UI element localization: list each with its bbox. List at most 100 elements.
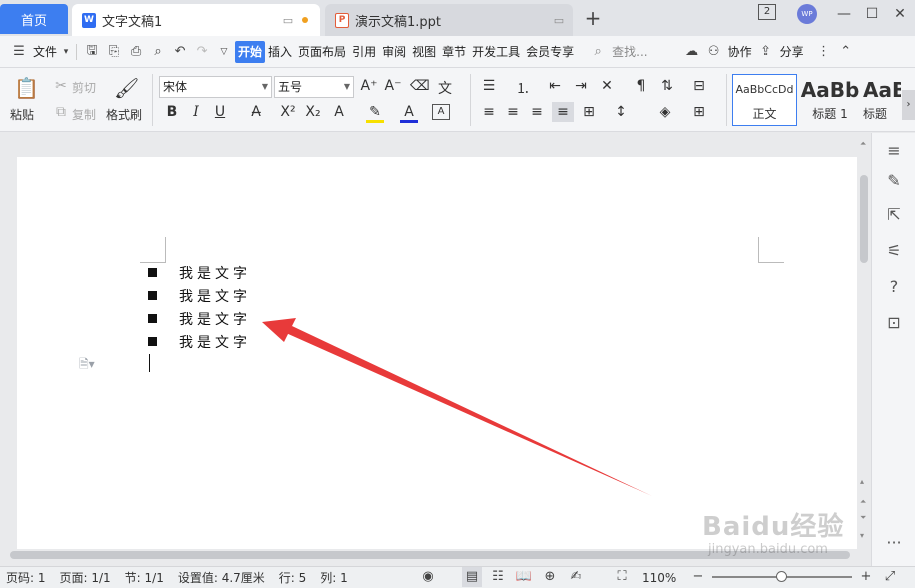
align-right-icon[interactable]: ≡ xyxy=(528,104,546,120)
style-normal[interactable]: AaBbCcDd 正文 xyxy=(732,74,797,126)
underline-icon[interactable]: U xyxy=(211,104,229,120)
shading-icon[interactable]: ◈ xyxy=(656,104,674,120)
redo-icon[interactable]: ↷ xyxy=(191,44,213,59)
font-color-icon[interactable]: A xyxy=(400,104,418,123)
status-section[interactable]: 节: 1/1 xyxy=(125,569,164,586)
align-center-icon[interactable]: ≡ xyxy=(504,104,522,120)
collapse-ribbon-icon[interactable]: ⌃ xyxy=(835,44,857,59)
chinese-layout-icon[interactable]: ✕ xyxy=(598,78,616,94)
maximize-icon[interactable]: ☐ xyxy=(862,4,882,24)
scroll-next-page-icon[interactable]: ⏷ xyxy=(860,513,866,523)
tab-stop-icon[interactable]: ⊟ xyxy=(690,78,708,94)
menu-insert[interactable]: 插入 xyxy=(265,41,295,63)
menu-icon[interactable]: ≡ xyxy=(882,139,906,163)
zoom-level[interactable]: 110% xyxy=(642,571,676,585)
menu-view[interactable]: 视图 xyxy=(409,41,439,63)
decrease-indent-icon[interactable]: ⇤ xyxy=(546,78,564,94)
numbered-list-icon[interactable]: ⒈ xyxy=(514,78,532,98)
list-item[interactable]: 我是文字 xyxy=(148,307,251,330)
style-heading-1[interactable]: AaBb 标题 1 xyxy=(799,74,861,126)
align-left-icon[interactable]: ≡ xyxy=(480,104,498,120)
monitor-icon[interactable]: ▭ xyxy=(551,14,567,27)
monitor-icon[interactable]: ▭ xyxy=(280,14,296,27)
italic-icon[interactable]: I xyxy=(187,104,205,120)
export-icon[interactable]: ⎘ xyxy=(103,44,125,59)
cut-icon[interactable]: ✂ xyxy=(52,78,70,94)
zoom-slider-handle[interactable] xyxy=(776,571,787,582)
menu-file[interactable]: 文件 xyxy=(30,41,60,63)
style-heading[interactable]: AaBl 标题 xyxy=(862,74,902,126)
clear-format-icon[interactable]: ⌫ xyxy=(410,78,430,94)
vertical-scrollbar[interactable]: ⏶ ▴ ⏶ ⏷ ▾ xyxy=(858,133,870,549)
eye-protection-icon[interactable]: ◉ xyxy=(418,567,438,587)
full-screen-icon[interactable]: ⤢ xyxy=(880,567,900,587)
outline-view-icon[interactable]: ☷ xyxy=(488,567,508,587)
help-icon[interactable]: ? xyxy=(882,275,906,299)
font-size-select[interactable]: 五号 ▼ xyxy=(274,76,354,98)
window-count-icon[interactable]: 2 xyxy=(758,4,776,20)
close-icon[interactable]: ✕ xyxy=(890,4,910,24)
paragraph-menu-icon[interactable]: 🗎▾ xyxy=(79,355,95,376)
scroll-prev-page-icon[interactable]: ⏶ xyxy=(860,497,866,507)
menu-page-layout[interactable]: 页面布局 xyxy=(295,41,349,63)
search-icon[interactable]: ⌕ xyxy=(587,44,609,59)
format-painter-icon[interactable]: 🖌 xyxy=(114,76,139,100)
justify-icon[interactable]: ≡ xyxy=(552,102,574,122)
pen-icon[interactable]: ✎ xyxy=(882,169,906,193)
fit-page-icon[interactable]: ⛶ xyxy=(612,567,632,587)
text-effect-icon[interactable]: A xyxy=(330,104,348,120)
reading-view-icon[interactable]: 📖 xyxy=(514,567,534,587)
scroll-up-icon[interactable]: ▴ xyxy=(860,477,864,486)
line-spacing-icon[interactable]: ↕ xyxy=(612,104,630,120)
increase-indent-icon[interactable]: ⇥ xyxy=(572,78,590,94)
search-input[interactable]: 查找... xyxy=(609,41,650,63)
chevron-right-icon[interactable]: › xyxy=(902,90,915,120)
cloud-icon[interactable]: ☁ xyxy=(681,44,703,59)
copy-button[interactable]: 复制 xyxy=(72,106,96,123)
subscript-icon[interactable]: X₂ xyxy=(304,104,322,120)
chevron-down-icon[interactable]: ▾ xyxy=(60,47,72,57)
paste-icon[interactable]: 📋 xyxy=(14,76,39,100)
share-icon[interactable]: ⇪ xyxy=(755,44,777,59)
bold-icon[interactable]: B xyxy=(163,104,181,120)
show-marks-icon[interactable]: ¶ xyxy=(632,78,650,94)
scroll-top-icon[interactable]: ⏶ xyxy=(860,139,866,149)
more-icon[interactable]: ··· xyxy=(882,531,906,555)
write-view-icon[interactable]: ✍ xyxy=(566,567,586,587)
borders-icon[interactable]: ⊞ xyxy=(690,104,708,120)
font-name-select[interactable]: 宋体 ▼ xyxy=(159,76,272,98)
undo-icon[interactable]: ↶ xyxy=(169,44,191,59)
share-button[interactable]: 分享 xyxy=(777,41,807,63)
menu-references[interactable]: 引用 xyxy=(349,41,379,63)
save-icon[interactable]: 🖫 xyxy=(81,41,103,63)
zoom-out-icon[interactable]: − xyxy=(688,567,708,587)
tab-presentation-1[interactable]: P 演示文稿1.ppt ▭ xyxy=(325,4,573,36)
menu-section[interactable]: 章节 xyxy=(439,41,469,63)
settings-sliders-icon[interactable]: ⚟ xyxy=(882,239,906,263)
list-item[interactable]: 我是文字 xyxy=(148,330,251,353)
list-item[interactable]: 我是文字 xyxy=(148,261,251,284)
char-border-icon[interactable]: A xyxy=(432,104,450,120)
status-setting[interactable]: 设置值: 4.7厘米 xyxy=(178,569,265,586)
menu-developer[interactable]: 开发工具 xyxy=(469,41,523,63)
web-view-icon[interactable]: ⊕ xyxy=(540,567,560,587)
more-icon[interactable]: ⋮ xyxy=(813,44,835,59)
print-icon[interactable]: ⎙ xyxy=(125,44,147,59)
shrink-font-icon[interactable]: A⁻ xyxy=(384,78,402,94)
list-item[interactable]: 我是文字 xyxy=(148,284,251,307)
grow-font-icon[interactable]: A⁺ xyxy=(360,78,378,94)
menu-start[interactable]: 开始 xyxy=(235,40,266,63)
avatar[interactable]: WP xyxy=(797,4,817,24)
status-page-number[interactable]: 页码: 1 xyxy=(6,569,46,586)
paste-button[interactable]: 粘贴 xyxy=(10,106,34,123)
bullet-list-icon[interactable]: ☰ xyxy=(480,78,498,94)
collab-icon[interactable]: ⚇ xyxy=(703,44,725,59)
copy-icon[interactable]: ⧉ xyxy=(52,104,70,120)
home-tab[interactable]: 首页 xyxy=(0,4,68,34)
customize-icon[interactable]: ▽ xyxy=(213,47,235,57)
strikethrough-icon[interactable]: A̶ xyxy=(247,104,265,120)
status-page[interactable]: 页面: 1/1 xyxy=(60,569,111,586)
format-painter-button[interactable]: 格式刷 xyxy=(106,106,142,123)
highlight-icon[interactable]: ✎ xyxy=(366,104,384,123)
status-column[interactable]: 列: 1 xyxy=(320,569,348,586)
